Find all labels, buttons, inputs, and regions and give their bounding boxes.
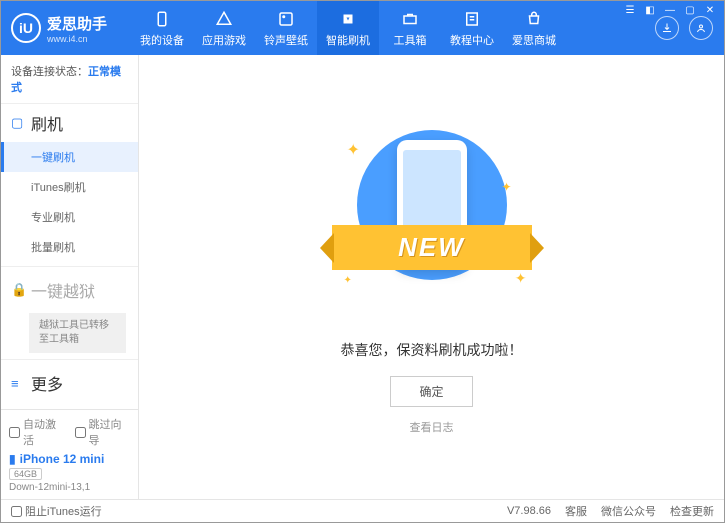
device-icon	[152, 9, 172, 29]
tree-item[interactable]: 其他工具	[1, 402, 138, 409]
brand-url: www.i4.cn	[47, 34, 107, 44]
nav-label: 铃声壁纸	[264, 32, 308, 48]
download-button[interactable]	[655, 16, 679, 40]
nav-tutorial[interactable]: 教程中心	[441, 1, 503, 55]
nav-label: 智能刷机	[326, 32, 370, 48]
success-illustration: ✦ ✦ ✦ ✦ NEW	[322, 120, 542, 320]
store-icon	[524, 9, 544, 29]
menu-icon[interactable]: ☰	[622, 3, 638, 17]
auto-activate-checkbox[interactable]: 自动激活	[9, 416, 65, 448]
tree-item[interactable]: iTunes刷机	[1, 172, 138, 202]
update-link[interactable]: 检查更新	[670, 503, 714, 519]
block-itunes-checkbox[interactable]: 阻止iTunes运行	[11, 503, 102, 519]
nav-label: 爱思商城	[512, 32, 556, 48]
nav-label: 工具箱	[394, 32, 427, 48]
tree-group-head[interactable]: ▢刷机	[1, 104, 138, 142]
group-icon: ≡	[11, 376, 25, 391]
main-content: ✦ ✦ ✦ ✦ NEW 恭喜您，保资料刷机成功啦！ 确定 查看日志	[139, 55, 724, 499]
support-link[interactable]: 客服	[565, 503, 587, 519]
account-button[interactable]	[689, 16, 713, 40]
nav-label: 教程中心	[450, 32, 494, 48]
view-log-link[interactable]: 查看日志	[410, 419, 454, 435]
logo: iU 爱思助手 www.i4.cn	[1, 13, 131, 44]
storage-badge: 64GB	[9, 468, 42, 480]
main-nav: 我的设备 应用游戏 铃声壁纸 智能刷机 工具箱 教程中心 爱思商城	[131, 1, 644, 55]
nav-wallpaper[interactable]: 铃声壁纸	[255, 1, 317, 55]
ribbon-text: NEW	[398, 232, 465, 263]
maximize-icon[interactable]: ▢	[682, 3, 698, 17]
tutorial-icon	[462, 9, 482, 29]
nav-toolbox[interactable]: 工具箱	[379, 1, 441, 55]
tree-item[interactable]: 专业刷机	[1, 202, 138, 232]
apps-icon	[214, 9, 234, 29]
tree-group-head[interactable]: ≡更多	[1, 364, 138, 402]
window-titlebar: ☰ ◧ — ▢ ✕	[616, 1, 724, 19]
skin-icon[interactable]: ◧	[642, 3, 658, 17]
tree-note: 越狱工具已转移至工具箱	[29, 313, 126, 353]
firmware-label: Down-12mini-13,1	[9, 482, 130, 493]
brand-name: 爱思助手	[47, 13, 107, 34]
device-name[interactable]: ▮ iPhone 12 mini	[9, 452, 130, 466]
skip-guide-checkbox[interactable]: 跳过向导	[75, 416, 131, 448]
nav-device[interactable]: 我的设备	[131, 1, 193, 55]
minimize-icon[interactable]: —	[662, 3, 678, 17]
wallpaper-icon	[276, 9, 296, 29]
tree-item[interactable]: 批量刷机	[1, 232, 138, 262]
nav-flash[interactable]: 智能刷机	[317, 1, 379, 55]
close-icon[interactable]: ✕	[702, 3, 718, 17]
group-icon: ▢	[11, 115, 25, 131]
confirm-button[interactable]: 确定	[390, 376, 472, 407]
nav-store[interactable]: 爱思商城	[503, 1, 565, 55]
toolbox-icon	[400, 9, 420, 29]
version-label: V7.98.66	[507, 505, 551, 517]
footer: 阻止iTunes运行 V7.98.66 客服 微信公众号 检查更新	[1, 499, 724, 522]
nav-label: 应用游戏	[202, 32, 246, 48]
group-icon: 🔒	[11, 282, 25, 298]
logo-icon: iU	[11, 13, 41, 43]
tree-item[interactable]: 一键刷机	[1, 142, 138, 172]
nav-label: 我的设备	[140, 32, 184, 48]
success-message: 恭喜您，保资料刷机成功啦！	[341, 340, 523, 360]
device-status: 设备连接状态：正常模式	[1, 55, 138, 104]
nav-apps[interactable]: 应用游戏	[193, 1, 255, 55]
flash-icon	[338, 9, 358, 29]
tree-group-head[interactable]: 🔒一键越狱	[1, 271, 138, 309]
sidebar: 设备连接状态：正常模式 ▢刷机一键刷机iTunes刷机专业刷机批量刷机 🔒一键越狱…	[1, 55, 139, 499]
wechat-link[interactable]: 微信公众号	[601, 503, 656, 519]
